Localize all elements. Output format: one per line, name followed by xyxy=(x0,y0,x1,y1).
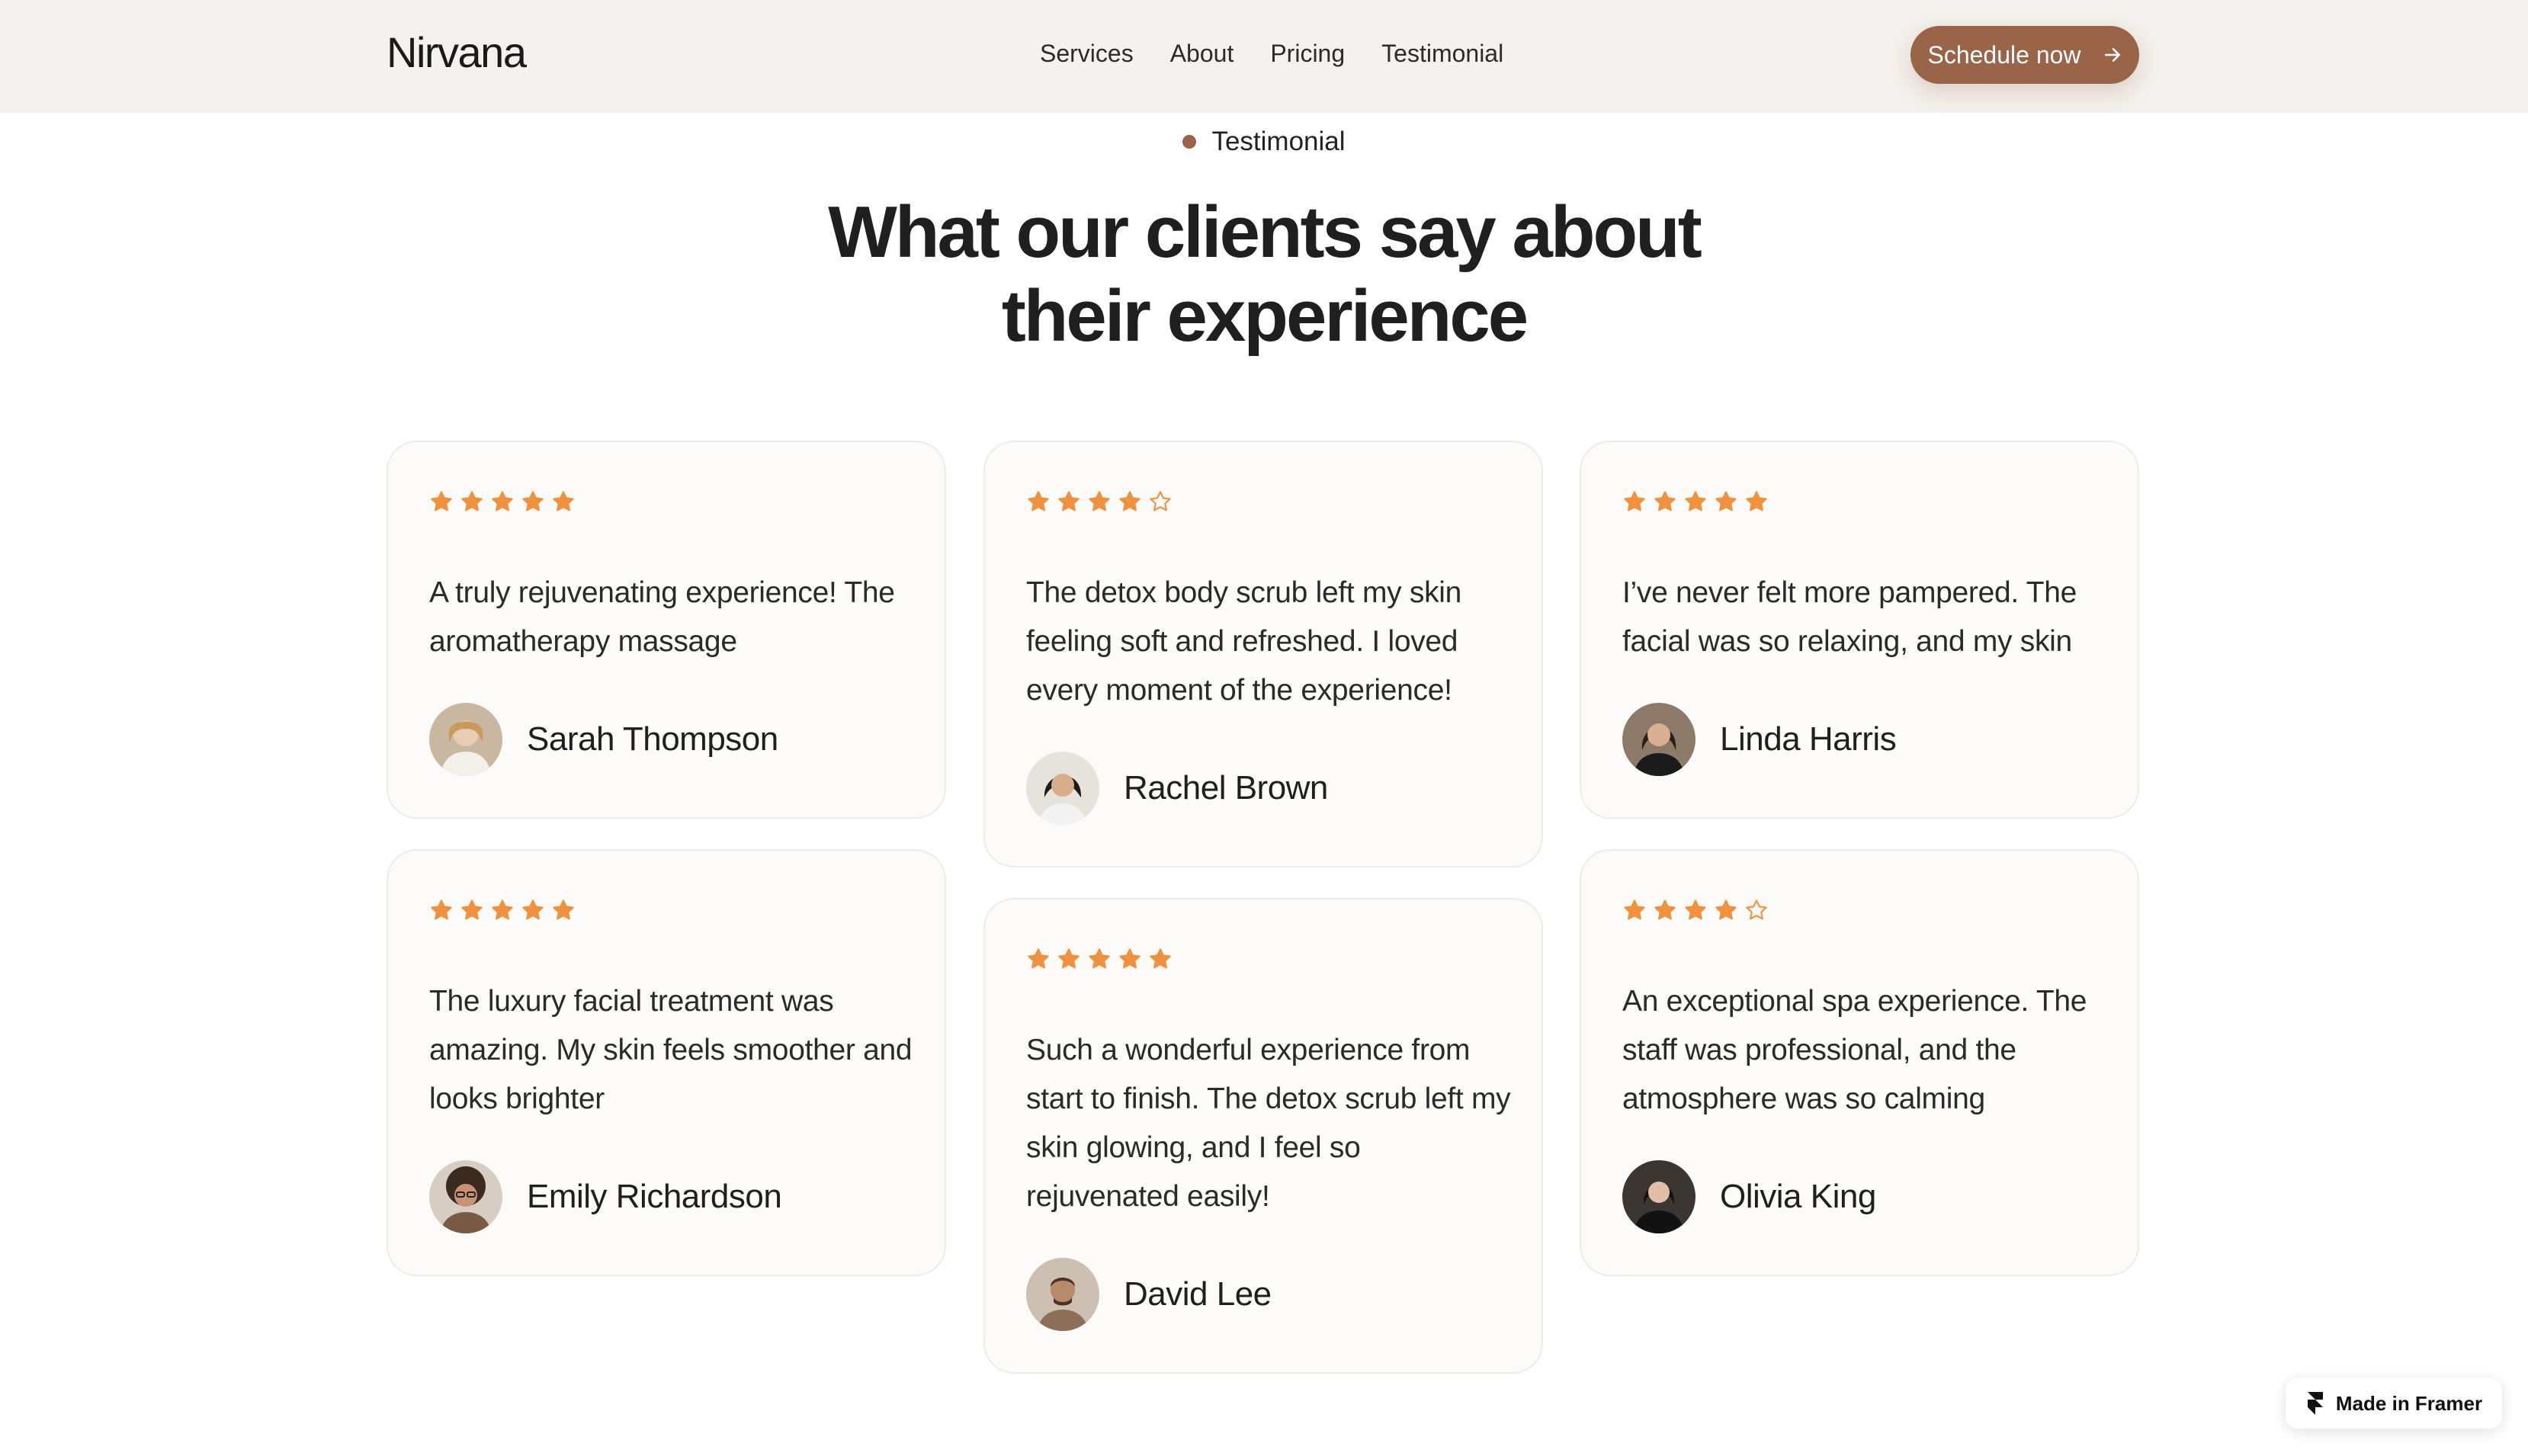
author-name: Sarah Thompson xyxy=(527,720,778,758)
star-filled-icon xyxy=(1150,948,1171,969)
testimonial-card: The detox body scrub left my skin feelin… xyxy=(983,441,1543,868)
testimonial-author: Sarah Thompson xyxy=(429,703,778,776)
star-rating xyxy=(1026,947,1173,971)
star-filled-icon xyxy=(492,491,513,512)
star-filled-icon xyxy=(1715,900,1737,920)
testimonial-quote: A truly rejuvenating experience! The aro… xyxy=(429,576,895,658)
testimonial-card: The luxury facial treatment was amazing.… xyxy=(387,849,946,1276)
logo[interactable]: Nirvana xyxy=(387,27,527,77)
star-filled-icon xyxy=(1624,900,1645,920)
star-filled-icon xyxy=(553,491,574,512)
framer-logo-icon xyxy=(2307,1392,2323,1415)
star-rating xyxy=(1026,489,1173,514)
eyebrow-label: Testimonial xyxy=(1211,127,1346,156)
schedule-now-label: Schedule now xyxy=(1927,40,2081,69)
arrow-right-icon xyxy=(2104,48,2120,62)
made-in-framer-badge[interactable]: Made in Framer xyxy=(2286,1378,2502,1429)
star-filled-icon xyxy=(431,491,452,512)
star-filled-icon xyxy=(1685,491,1706,512)
nav-link-testimonial[interactable]: Testimonial xyxy=(1381,40,1503,68)
star-filled-icon xyxy=(431,900,452,920)
testimonial-card: An exceptional spa experience. The staff… xyxy=(1580,849,2139,1276)
star-filled-icon xyxy=(461,900,483,920)
avatar xyxy=(429,1160,502,1233)
eyebrow-dot-icon xyxy=(1182,135,1197,149)
testimonial-card: Such a wonderful experience from start t… xyxy=(983,898,1543,1374)
star-filled-icon xyxy=(1119,491,1140,512)
avatar xyxy=(1622,1160,1695,1233)
star-filled-icon xyxy=(1028,948,1049,969)
star-rating xyxy=(1622,489,1769,514)
nav-link-services[interactable]: Services xyxy=(1040,40,1134,68)
star-filled-icon xyxy=(1058,948,1080,969)
star-filled-icon xyxy=(522,491,544,512)
star-filled-icon xyxy=(1089,491,1110,512)
testimonial-card: I’ve never felt more pampered. The facia… xyxy=(1580,441,2139,819)
testimonial-author: Linda Harris xyxy=(1622,703,1897,776)
author-name: Rachel Brown xyxy=(1124,769,1328,807)
star-outline-icon xyxy=(1746,900,1767,920)
testimonial-author: Olivia King xyxy=(1622,1160,1876,1233)
star-filled-icon xyxy=(461,491,483,512)
author-name: Olivia King xyxy=(1720,1178,1876,1215)
testimonial-quote: Such a wonderful experience from start t… xyxy=(1026,1034,1511,1213)
star-filled-icon xyxy=(1624,491,1645,512)
heading-line-1: What our clients say about xyxy=(828,191,1702,273)
star-filled-icon xyxy=(1654,900,1676,920)
star-filled-icon xyxy=(1746,491,1767,512)
star-filled-icon xyxy=(553,900,574,920)
schedule-now-button[interactable]: Schedule now xyxy=(1910,26,2139,84)
star-filled-icon xyxy=(1654,491,1676,512)
testimonial-author: Emily Richardson xyxy=(429,1160,782,1233)
testimonial-author: David Lee xyxy=(1026,1258,1272,1331)
testimonial-card: A truly rejuvenating experience! The aro… xyxy=(387,441,946,819)
testimonial-author: Rachel Brown xyxy=(1026,752,1328,825)
star-filled-icon xyxy=(492,900,513,920)
author-name: Emily Richardson xyxy=(527,1178,782,1215)
avatar xyxy=(1026,752,1099,825)
author-name: Linda Harris xyxy=(1720,720,1897,758)
star-filled-icon xyxy=(1715,491,1737,512)
star-filled-icon xyxy=(1089,948,1110,969)
testimonial-quote: The luxury facial treatment was amazing.… xyxy=(429,985,913,1115)
avatar xyxy=(1622,703,1695,776)
star-outline-icon xyxy=(1150,491,1171,512)
author-name: David Lee xyxy=(1124,1275,1272,1313)
made-in-framer-label: Made in Framer xyxy=(2335,1391,2483,1415)
star-rating xyxy=(1622,898,1769,922)
testimonial-quote: The detox body scrub left my skin feelin… xyxy=(1026,576,1462,707)
section-heading: What our clients say about their experie… xyxy=(0,191,2528,358)
star-rating xyxy=(429,898,576,922)
star-filled-icon xyxy=(1685,900,1706,920)
star-filled-icon xyxy=(1028,491,1049,512)
star-rating xyxy=(429,489,576,514)
nav-links: Services About Pricing Testimonial xyxy=(1040,40,1503,68)
star-filled-icon xyxy=(522,900,544,920)
section-eyebrow: Testimonial xyxy=(0,127,2528,157)
avatar xyxy=(1026,1258,1099,1331)
nav-link-pricing[interactable]: Pricing xyxy=(1270,40,1345,68)
nav-link-about[interactable]: About xyxy=(1170,40,1234,68)
navbar: Nirvana Services About Pricing Testimoni… xyxy=(0,0,2528,113)
testimonial-quote: An exceptional spa experience. The staff… xyxy=(1622,985,2087,1115)
avatar xyxy=(429,703,502,776)
star-filled-icon xyxy=(1058,491,1080,512)
testimonial-quote: I’ve never felt more pampered. The facia… xyxy=(1622,576,2077,658)
heading-line-2: their experience xyxy=(1001,275,1529,357)
star-filled-icon xyxy=(1119,948,1140,969)
